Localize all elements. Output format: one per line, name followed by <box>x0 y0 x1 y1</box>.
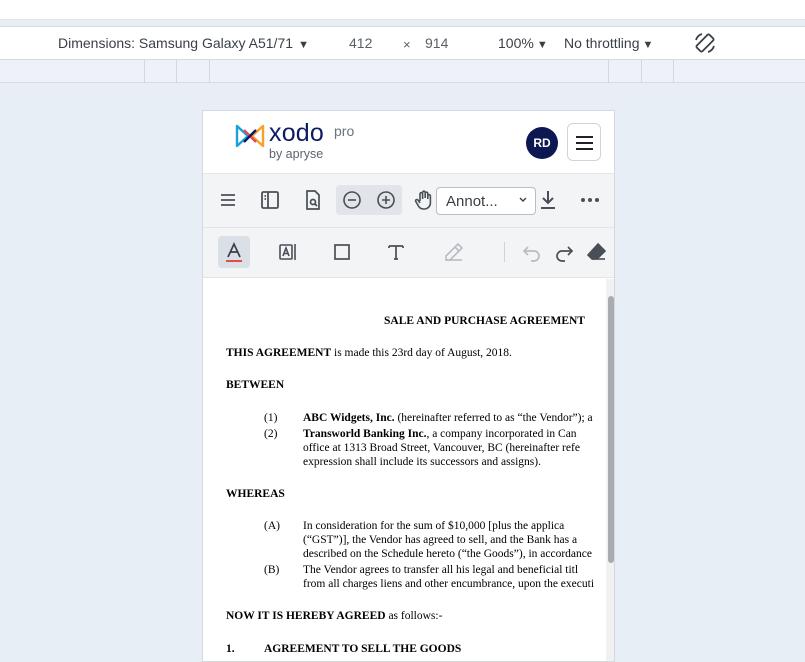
party-name: Transworld Banking Inc. <box>303 428 427 440</box>
ruler-tick <box>673 60 674 83</box>
download-icon[interactable] <box>536 188 560 212</box>
caret-down-icon: ▼ <box>639 39 654 51</box>
tool-divider <box>504 242 505 262</box>
ruler-tick <box>209 60 210 83</box>
redo-button[interactable] <box>548 236 580 268</box>
media-query-ruler <box>0 60 805 83</box>
device-select-label: Dimensions: Samsung Galaxy A51/71 <box>58 35 294 51</box>
party-number: (2) <box>264 428 278 440</box>
whereas-heading: WHEREAS <box>226 488 285 500</box>
intro-bold: THIS AGREEMENT <box>226 347 332 359</box>
recital-line: In consideration for the sum of $10,000 … <box>303 520 565 532</box>
xodo-logo-icon <box>235 124 265 148</box>
free-text-tool[interactable] <box>272 236 304 268</box>
devtools-top-strip <box>0 0 805 20</box>
device-viewport: xodo pro by apryse RD Annot... SALE AND … <box>202 110 615 662</box>
agreed-text: as follows:- <box>385 610 443 622</box>
intro-paragraph: THIS AGREEMENT is made this 23rd day of … <box>226 347 512 359</box>
party-text: ABC Widgets, Inc. (hereinafter referred … <box>303 412 593 424</box>
caret-down-icon: ▼ <box>533 39 548 51</box>
ruler-tick <box>641 60 642 83</box>
times-symbol: × <box>403 37 411 52</box>
hamburger-line <box>576 148 593 150</box>
annotation-mode-label: Annot... <box>446 193 498 210</box>
signature-tool[interactable] <box>438 236 470 268</box>
eraser-button[interactable] <box>580 236 612 268</box>
panel-icon[interactable] <box>258 188 282 212</box>
view-toolbar: Annot... <box>203 174 614 228</box>
document-title: SALE AND PURCHASE AGREEMENT <box>384 315 585 327</box>
throttle-select[interactable]: No throttling ▼ <box>564 35 653 51</box>
zoom-out-icon[interactable] <box>340 188 364 212</box>
recital-number: (A) <box>264 520 280 532</box>
party-name: ABC Widgets, Inc. <box>303 412 395 424</box>
party-text-line: office at 1313 Broad Street, Vancouver, … <box>303 442 580 454</box>
throttle-label: No throttling <box>564 35 640 51</box>
width-input[interactable]: 412 <box>349 35 372 51</box>
party-rest: (hereinafter referred to as “the Vendor”… <box>394 412 593 424</box>
text-icon <box>388 245 404 260</box>
document-page[interactable]: SALE AND PURCHASE AGREEMENT THIS AGREEME… <box>203 279 606 661</box>
scrollbar-thumb[interactable] <box>608 296 614 563</box>
rotate-icon[interactable] <box>693 31 717 55</box>
intro-text: is made this 23rd day of August, 2018. <box>331 347 512 359</box>
recital-line: from all charges liens and other encumbr… <box>303 578 595 590</box>
undo-icon <box>522 246 540 262</box>
file-search-icon[interactable] <box>301 188 325 212</box>
main-menu-button[interactable] <box>567 123 601 161</box>
chevron-down-icon <box>519 197 527 202</box>
pan-hand-icon[interactable] <box>412 188 436 212</box>
agreed-paragraph: NOW IT IS HEREBY AGREED as follows:- <box>226 610 442 622</box>
eraser-icon <box>586 242 607 260</box>
hamburger-line <box>576 142 593 144</box>
signature-icon <box>445 242 464 261</box>
rectangle-icon <box>334 244 350 260</box>
text-highlight-icon <box>226 241 242 262</box>
party-text: Transworld Banking Inc., a company incor… <box>303 428 577 440</box>
app-header: xodo pro by apryse RD <box>203 111 614 174</box>
rectangle-tool[interactable] <box>326 236 358 268</box>
device-select[interactable]: Dimensions: Samsung Galaxy A51/71 ▼ <box>58 35 309 51</box>
logo-byline: by apryse <box>269 147 324 161</box>
recital-line: described on the Schedule hereto (“the G… <box>303 548 592 560</box>
ruler-tick <box>176 60 177 83</box>
device-toolbar: Dimensions: Samsung Galaxy A51/71 ▼ 412 … <box>0 26 805 60</box>
devtools-divider <box>0 19 805 20</box>
between-heading: BETWEEN <box>226 379 285 391</box>
party-number: (1) <box>264 412 278 424</box>
hamburger-line <box>576 136 593 138</box>
party-text-line: expression shall include its successors … <box>303 456 541 468</box>
ruler-tick <box>608 60 609 83</box>
section-number: 1. <box>226 643 235 655</box>
avatar[interactable]: RD <box>526 127 558 159</box>
more-icon[interactable] <box>578 188 602 212</box>
hamburger-icon[interactable] <box>216 188 240 212</box>
height-input[interactable]: 914 <box>425 35 448 51</box>
recital-number: (B) <box>264 564 280 576</box>
zoom-label: 100% <box>498 35 534 51</box>
party-rest: , a company incorporated in Can <box>426 428 577 440</box>
redo-icon <box>556 246 574 262</box>
text-tool[interactable] <box>380 236 412 268</box>
free-text-icon <box>279 244 296 260</box>
undo-button[interactable] <box>516 236 548 268</box>
recital-line: (“GST”)], the Vendor has agreed to sell,… <box>303 534 578 546</box>
zoom-group <box>336 185 402 215</box>
zoom-select[interactable]: 100% ▼ <box>498 35 548 51</box>
logo-pro-label: pro <box>334 123 355 139</box>
logo-wordmark: xodo <box>269 119 325 147</box>
ruler-tick <box>144 60 145 83</box>
section-title: AGREEMENT TO SELL THE GOODS <box>264 643 462 655</box>
annotation-tools-row <box>203 228 614 278</box>
annotation-mode-select[interactable]: Annot... <box>436 187 536 215</box>
agreed-bold: NOW IT IS HEREBY AGREED <box>226 610 386 622</box>
text-highlight-tool[interactable] <box>218 236 250 268</box>
document-scrollbar[interactable] <box>606 279 614 661</box>
zoom-in-icon[interactable] <box>374 188 398 212</box>
caret-down-icon: ▼ <box>295 39 309 51</box>
recital-line: The Vendor agrees to transfer all his le… <box>303 564 579 576</box>
